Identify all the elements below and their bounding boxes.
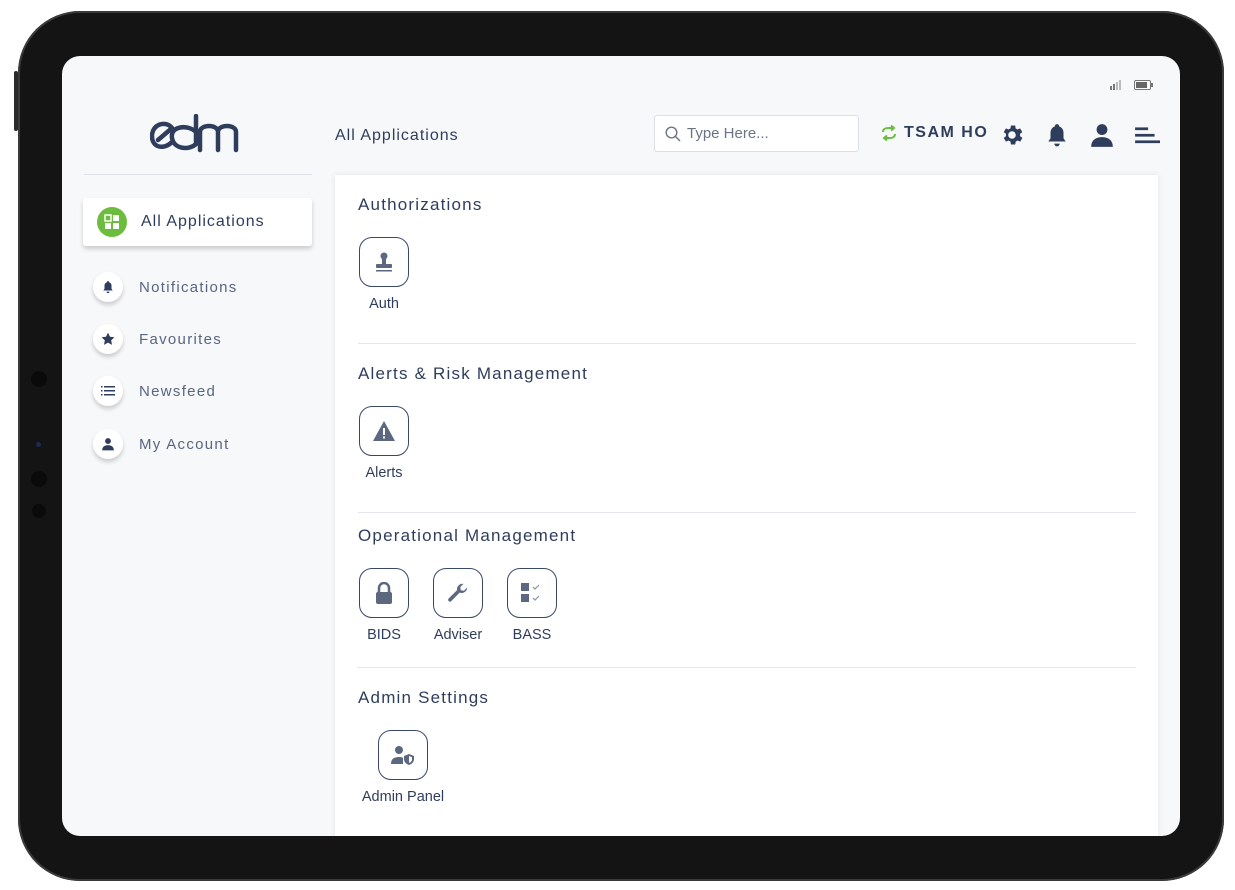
sidebar-item-all-applications[interactable]: All Applications <box>83 198 312 246</box>
app-list: BIDS Adviser BASS <box>358 568 1136 643</box>
section-divider <box>358 667 1136 668</box>
section-title: Operational Management <box>358 526 577 545</box>
page-title: All Applications <box>335 127 459 144</box>
user-switcher[interactable]: TSAM HO <box>880 124 988 142</box>
section-alerts-risk-management: Alerts & Risk Management Alerts <box>358 364 1136 481</box>
section-admin-settings: Admin Settings Admin Panel <box>358 688 1136 805</box>
section-operational-management: Operational Management BIDS Adviser BASS <box>358 526 1136 643</box>
user-icon[interactable] <box>1089 122 1115 148</box>
sidebar-item-newsfeed[interactable]: Newsfeed <box>93 376 216 406</box>
warning-icon <box>359 406 409 456</box>
stamp-icon <box>359 237 409 287</box>
signal-icon <box>1110 80 1121 90</box>
sidebar-item-my-account[interactable]: My Account <box>93 429 230 459</box>
checklist-icon <box>507 568 557 618</box>
camera-dot <box>31 371 47 387</box>
lock-icon <box>359 568 409 618</box>
sidebar-item-label: Newsfeed <box>139 382 217 400</box>
app-label: Auth <box>369 296 399 312</box>
search-input[interactable] <box>687 125 847 142</box>
app-screen: All Applications TSAM HO All Application… <box>62 56 1180 836</box>
edm-logo[interactable] <box>149 113 246 159</box>
section-divider <box>358 512 1136 513</box>
app-auth[interactable]: Auth <box>358 237 410 312</box>
app-bids[interactable]: BIDS <box>358 568 410 643</box>
battery-icon <box>1134 80 1153 90</box>
app-list: Admin Panel <box>358 730 1136 805</box>
app-list: Auth <box>358 237 1136 312</box>
wrench-icon <box>433 568 483 618</box>
sidebar-item-label: My Account <box>139 435 230 453</box>
user-icon <box>93 429 123 459</box>
list-icon <box>93 376 123 406</box>
section-title: Admin Settings <box>358 688 490 707</box>
sensor-dot <box>31 471 47 487</box>
section-authorizations: Authorizations Auth <box>358 195 1136 312</box>
bell-icon[interactable] <box>1044 122 1070 148</box>
bell-icon <box>93 272 123 302</box>
side-button <box>14 71 18 131</box>
app-alerts[interactable]: Alerts <box>358 406 410 481</box>
user-label: TSAM HO <box>904 124 989 141</box>
user-shield-icon <box>378 730 428 780</box>
sidebar-item-notifications[interactable]: Notifications <box>93 272 238 302</box>
search-box[interactable] <box>654 115 859 152</box>
sync-icon <box>882 125 896 141</box>
app-label: Adviser <box>433 627 483 643</box>
section-title: Alerts & Risk Management <box>358 364 589 383</box>
grid-icon <box>97 207 127 237</box>
camera-lens <box>36 442 41 447</box>
status-bar <box>1110 80 1154 90</box>
sidebar-item-favourites[interactable]: Favourites <box>93 324 222 354</box>
search-icon <box>665 125 681 141</box>
section-divider <box>358 343 1136 344</box>
app-label: Alerts <box>365 465 403 481</box>
sidebar-divider <box>84 174 312 175</box>
app-label: Admin Panel <box>361 789 445 805</box>
sidebar-item-label: All Applications <box>141 213 265 230</box>
menu-icon[interactable] <box>1134 122 1160 148</box>
app-bass[interactable]: BASS <box>506 568 558 643</box>
app-adviser[interactable]: Adviser <box>432 568 484 643</box>
gear-icon[interactable] <box>999 122 1025 148</box>
app-list: Alerts <box>358 406 1136 481</box>
sensor-dot <box>32 504 46 518</box>
applications-card: Authorizations Auth Alerts & Risk Manageme… <box>335 175 1158 836</box>
app-label: BASS <box>512 627 552 643</box>
sidebar-item-label: Favourites <box>139 330 223 348</box>
app-label: BIDS <box>367 627 401 643</box>
sidebar-item-label: Notifications <box>139 278 238 296</box>
app-admin-panel[interactable]: Admin Panel <box>358 730 448 805</box>
star-icon <box>93 324 123 354</box>
section-title: Authorizations <box>358 195 483 214</box>
